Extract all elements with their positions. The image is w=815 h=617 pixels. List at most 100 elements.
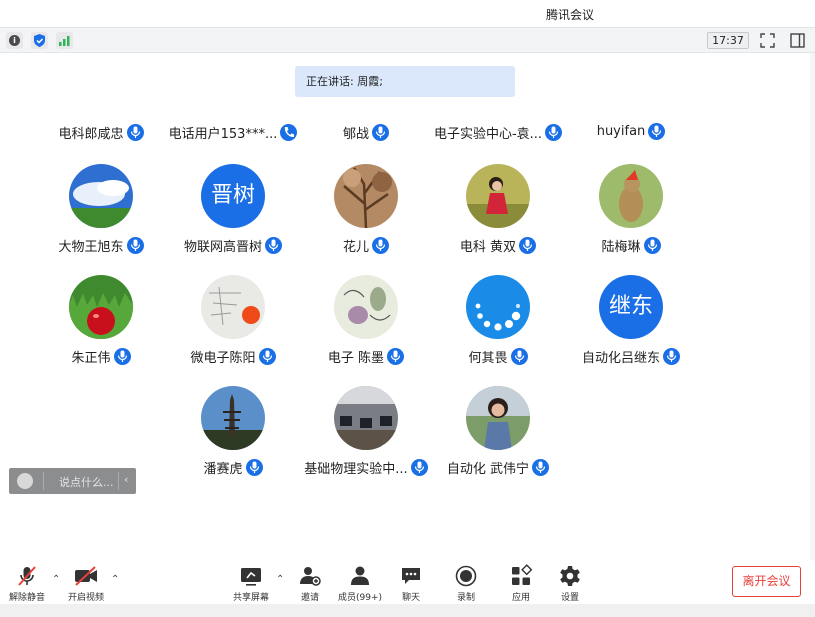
participant-name: 电子 陈墨 bbox=[327, 351, 385, 366]
phone-icon[interactable] bbox=[280, 124, 298, 141]
participant-avatar bbox=[201, 275, 265, 339]
participant-tile[interactable]: 继东 自动化吕继东 bbox=[566, 275, 696, 375]
collapse-chevron-icon[interactable]: ‹ bbox=[124, 473, 128, 486]
fullscreen-icon[interactable] bbox=[760, 33, 775, 48]
mic-icon[interactable] bbox=[648, 123, 666, 140]
chat-button[interactable]: 聊天 bbox=[397, 564, 425, 603]
unmute-button[interactable]: 解除静音 bbox=[5, 564, 49, 603]
participant-tile[interactable]: 大物王旭东 bbox=[36, 164, 166, 264]
participant-tile[interactable]: 潘赛虎 bbox=[168, 386, 298, 486]
participant-name-row: 陆梅琳 bbox=[566, 236, 696, 255]
share-screen-label: 共享屏幕 bbox=[232, 593, 269, 603]
mic-icon[interactable] bbox=[126, 237, 144, 254]
window-title: 腾讯会议 bbox=[546, 8, 595, 22]
mic-icon[interactable] bbox=[643, 237, 661, 254]
settings-label: 设置 bbox=[560, 593, 579, 603]
mic-icon[interactable] bbox=[245, 459, 263, 476]
bottom-strip bbox=[0, 604, 815, 617]
participant-name: 电科郎咸忠 bbox=[58, 127, 124, 142]
participant-avatar bbox=[69, 164, 133, 228]
mic-icon[interactable] bbox=[265, 237, 282, 254]
apps-grid-icon bbox=[512, 564, 533, 585]
gear-icon bbox=[560, 566, 580, 586]
leave-meeting-button[interactable]: 离开会议 bbox=[732, 566, 801, 597]
mic-icon[interactable] bbox=[372, 237, 389, 254]
participant-name-row: 微电子陈阳 bbox=[168, 347, 298, 366]
mic-icon[interactable] bbox=[410, 459, 428, 476]
record-label: 录制 bbox=[456, 593, 475, 603]
participant-name: 电科 黄双 bbox=[459, 240, 517, 255]
apps-button[interactable]: 应用 bbox=[507, 564, 535, 603]
mic-icon[interactable] bbox=[510, 348, 528, 365]
members-button[interactable]: 成员(99+) bbox=[336, 564, 384, 603]
participant-name: 郇战 bbox=[342, 127, 369, 142]
participant-name-row: 大物王旭东 bbox=[36, 236, 166, 255]
participant-tile[interactable]: 陆梅琳 bbox=[566, 164, 696, 264]
chat-placeholder: 说点什么... bbox=[59, 476, 114, 489]
participant-name-row: 物联网高晋树 bbox=[168, 236, 298, 255]
participant-name-row: 自动化 武伟宁 bbox=[433, 458, 563, 477]
divider bbox=[43, 472, 44, 490]
shield-icon[interactable] bbox=[31, 32, 48, 49]
participant-tile[interactable]: 微电子陈阳 bbox=[168, 275, 298, 375]
members-label: 成员(99+) bbox=[337, 593, 383, 603]
participant-tile[interactable]: 何其畏 bbox=[433, 275, 563, 375]
participant-name-row: 电子 陈墨 bbox=[301, 347, 431, 366]
participant-avatar bbox=[201, 386, 265, 450]
participant-tile[interactable]: 晋树 物联网高晋树 bbox=[168, 164, 298, 264]
participant-tile[interactable]: 自动化 武伟宁 bbox=[433, 386, 563, 486]
participant-name: 自动化吕继东 bbox=[581, 351, 660, 366]
participant-name-row: 自动化吕继东 bbox=[566, 347, 696, 366]
participant-tile[interactable]: 电科 黄双 bbox=[433, 164, 563, 264]
emoji-icon[interactable] bbox=[17, 473, 33, 489]
participant-name-row: huyifan bbox=[566, 123, 696, 140]
participant-name: 物联网高晋树 bbox=[183, 240, 262, 255]
active-speaker-banner: 正在讲话: 周霞; bbox=[295, 66, 515, 97]
record-icon bbox=[455, 565, 477, 587]
participant-name: huyifan bbox=[596, 124, 646, 139]
mic-icon[interactable] bbox=[545, 124, 563, 141]
participant-tile[interactable]: 朱正伟 bbox=[36, 275, 166, 375]
chat-input[interactable]: 说点什么... ‹ bbox=[9, 468, 136, 494]
scrollbar-track[interactable] bbox=[810, 53, 815, 603]
info-icon[interactable]: i bbox=[6, 32, 23, 49]
participant-tile[interactable]: 花儿 bbox=[301, 164, 431, 264]
bottom-toolbar: 解除静音 ⌃ 开启视频 ⌃ 共享屏幕 ⌃ 邀请 成员(99+) 聊天 录制 应用… bbox=[0, 560, 815, 604]
mic-icon[interactable] bbox=[519, 237, 537, 254]
share-options-chevron-icon[interactable]: ⌃ bbox=[276, 574, 284, 585]
settings-button[interactable]: 设置 bbox=[556, 564, 584, 603]
invite-label: 邀请 bbox=[300, 593, 319, 603]
participant-avatar bbox=[334, 275, 398, 339]
mic-icon[interactable] bbox=[258, 348, 276, 365]
add-user-icon bbox=[300, 567, 321, 586]
mic-icon[interactable] bbox=[387, 348, 405, 365]
participant-name-row: 花儿 bbox=[301, 236, 431, 255]
mic-icon[interactable] bbox=[126, 124, 144, 141]
start-video-button[interactable]: 开启视频 bbox=[63, 564, 109, 603]
share-screen-button[interactable]: 共享屏幕 bbox=[229, 564, 273, 603]
participant-name: 电话用户153***... bbox=[168, 127, 278, 142]
mic-icon[interactable] bbox=[532, 459, 550, 476]
participant-name-row: 郇战 bbox=[301, 123, 431, 142]
title-bar: 腾讯会议 bbox=[0, 0, 815, 27]
meeting-window: 腾讯会议 i 17:37 正在讲话: 周霞; 电科郎咸忠 电话用户153***..… bbox=[0, 0, 815, 617]
signal-icon[interactable] bbox=[56, 32, 73, 49]
participant-name: 基础物理实验中... bbox=[304, 462, 408, 477]
audio-options-chevron-icon[interactable]: ⌃ bbox=[52, 574, 60, 585]
participant-name: 潘赛虎 bbox=[203, 462, 243, 477]
mic-icon[interactable] bbox=[113, 348, 131, 365]
sidebar-toggle-icon[interactable] bbox=[790, 33, 805, 48]
members-icon bbox=[351, 566, 369, 585]
mic-icon[interactable] bbox=[663, 348, 680, 365]
record-button[interactable]: 录制 bbox=[452, 564, 480, 603]
mic-icon[interactable] bbox=[372, 124, 389, 141]
video-options-chevron-icon[interactable]: ⌃ bbox=[111, 574, 119, 585]
participant-tile[interactable]: 电子 陈墨 bbox=[301, 275, 431, 375]
participant-avatar bbox=[334, 164, 398, 228]
participant-avatar bbox=[69, 275, 133, 339]
participant-tile[interactable]: 基础物理实验中... bbox=[301, 386, 431, 486]
invite-button[interactable]: 邀请 bbox=[293, 564, 327, 603]
chat-bubble-icon bbox=[402, 568, 420, 584]
participant-name: 何其畏 bbox=[468, 351, 508, 366]
unmute-label: 解除静音 bbox=[8, 593, 45, 603]
